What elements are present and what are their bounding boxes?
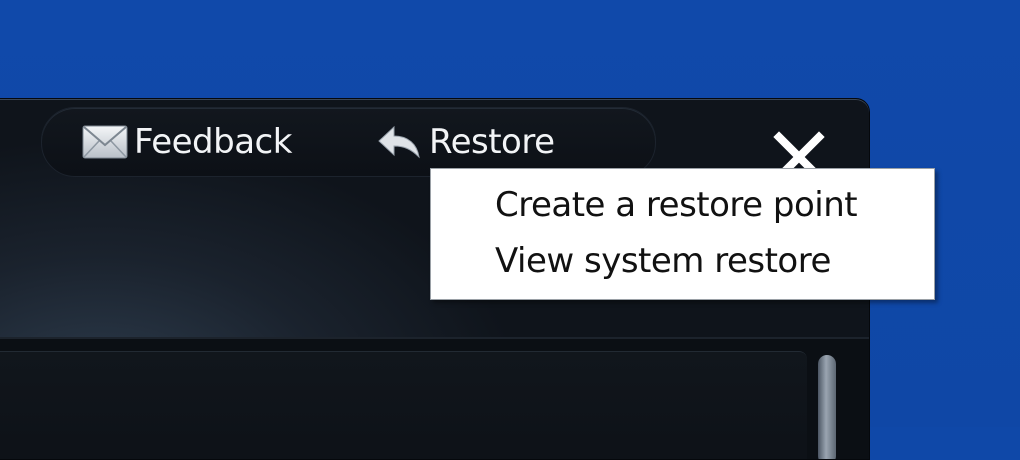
- undo-arrow-icon: [377, 124, 423, 160]
- restore-label: Restore: [429, 122, 555, 162]
- feedback-button[interactable]: Feedback: [82, 122, 292, 162]
- restore-dropdown-menu: Create a restore point View system resto…: [430, 168, 935, 300]
- menu-item-view-system-restore[interactable]: View system restore: [433, 233, 930, 289]
- content-panel: [0, 351, 807, 459]
- feedback-label: Feedback: [134, 122, 292, 162]
- envelope-icon: [82, 124, 128, 160]
- menu-item-create-restore-point[interactable]: Create a restore point: [433, 177, 930, 233]
- toolbar: Feedback Restore: [41, 107, 656, 177]
- content-area: [0, 337, 869, 459]
- scrollbar-thumb[interactable]: [818, 355, 836, 459]
- restore-button[interactable]: Restore: [377, 122, 555, 162]
- vertical-scrollbar[interactable]: [813, 349, 841, 459]
